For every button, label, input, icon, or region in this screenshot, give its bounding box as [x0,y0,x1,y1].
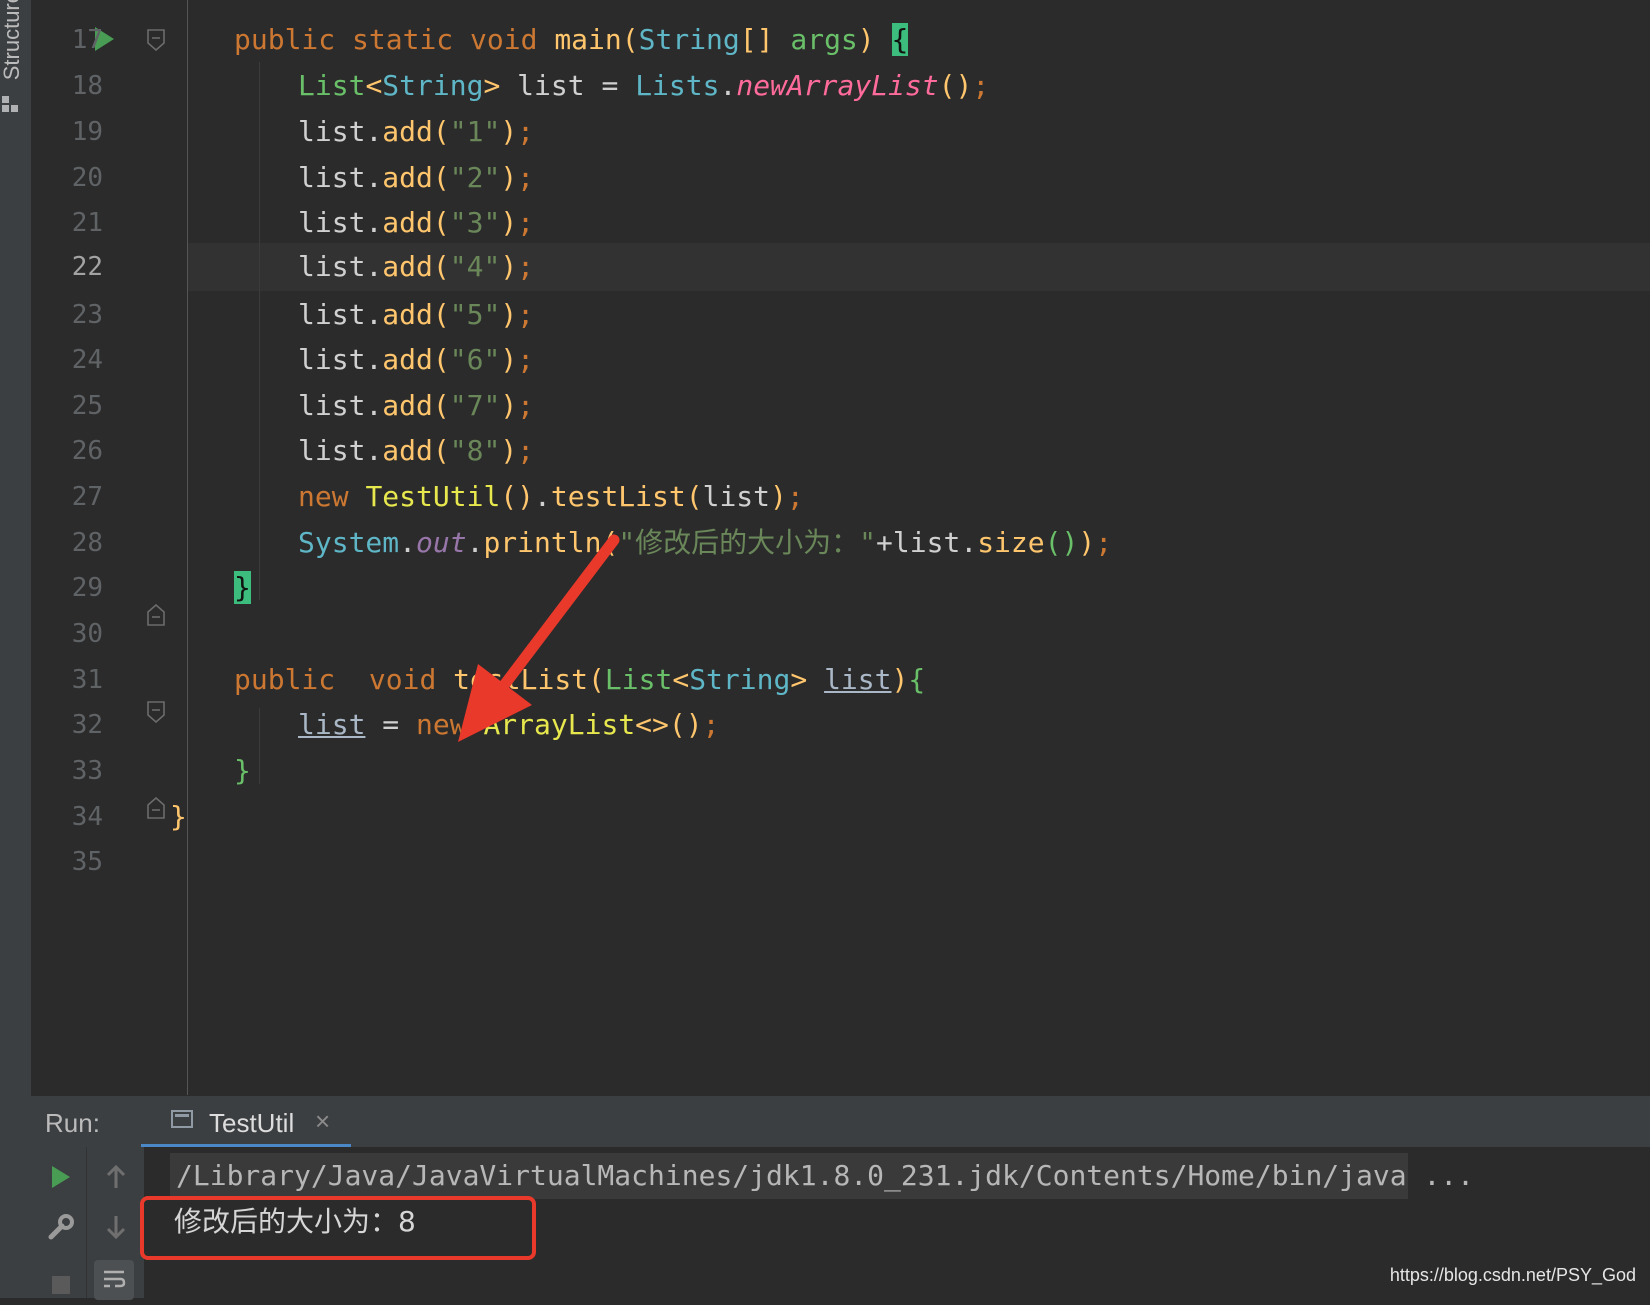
run-label: Run: [45,1108,100,1138]
run-panel-header: Run: TestUtil × [31,1095,1650,1148]
console-icon [171,1110,193,1128]
console-command-line[interactable]: /Library/Java/JavaVirtualMachines/jdk1.8… [170,1153,1474,1199]
stop-icon [52,1276,70,1294]
soft-wrap-button[interactable] [94,1260,134,1300]
play-icon [52,1166,70,1188]
run-toolbar [31,1147,144,1300]
soft-wrap-icon [104,1270,126,1288]
settings-button[interactable] [41,1207,81,1247]
scroll-down-button[interactable] [96,1207,136,1247]
close-icon[interactable]: × [315,1106,330,1137]
stop-button[interactable] [41,1265,81,1305]
toolbar-divider [86,1147,87,1298]
arrow-down-icon [106,1216,126,1240]
run-tab-testutil[interactable]: TestUtil × [141,1096,351,1148]
console-output-line: 修改后的大小为：8 [174,1205,416,1238]
run-tab-label: TestUtil [209,1108,295,1138]
watermark: https://blog.csdn.net/PSY_God [1389,1265,1636,1285]
arrow-up-icon [106,1164,126,1188]
scroll-up-button[interactable] [96,1157,136,1197]
rerun-button[interactable] [41,1157,81,1197]
wrench-icon [48,1214,74,1240]
